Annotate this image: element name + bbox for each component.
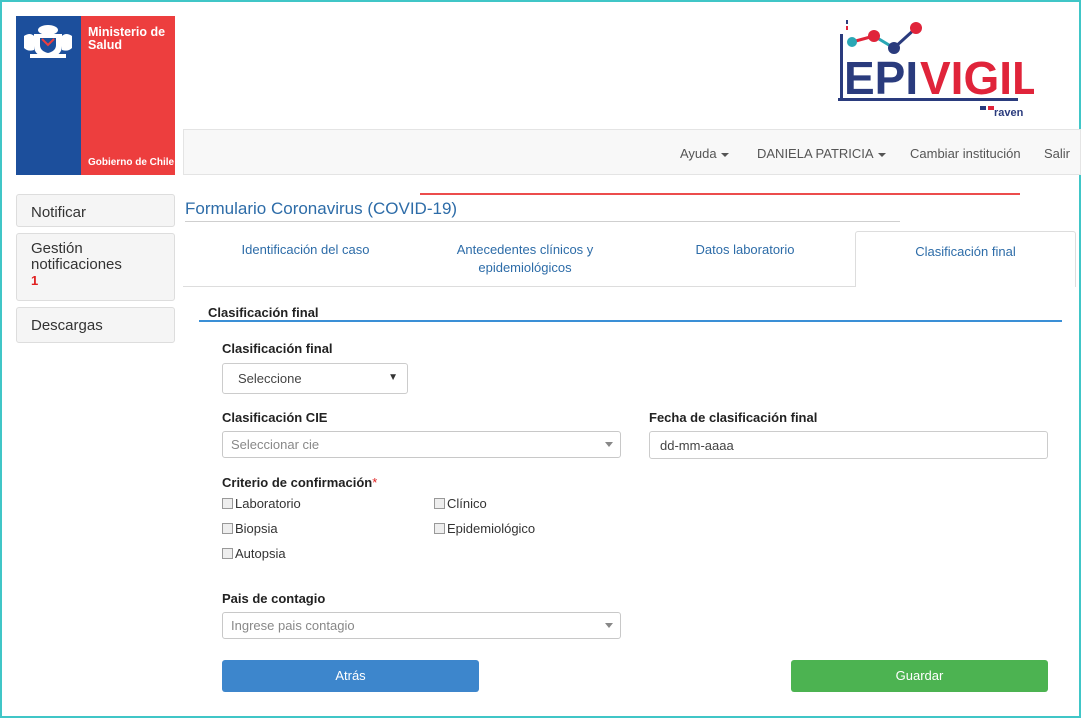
section-underline [199,320,1062,322]
final-classification-select[interactable]: Seleccione ▼ [222,363,408,394]
save-button[interactable]: Guardar [791,660,1048,692]
notification-count-badge: 1 [31,273,39,288]
criteria-label: Criterio de confirmación* [222,475,378,490]
logout-link[interactable]: Salir [1044,146,1070,161]
help-menu[interactable]: Ayuda [680,146,729,161]
tab-label: Clasificación final [915,244,1016,259]
top-navbar: Ayuda DANIELA PATRICIA Cambiar instituci… [183,129,1081,175]
date-value: dd-mm-aaaa [660,438,734,453]
select-placeholder: Ingrese pais contagio [231,618,355,633]
tab-label: Datos laboratorio [695,242,795,257]
required-mark: * [372,475,378,490]
tab-label: Identificación del caso [241,242,370,257]
tab-antecedentes[interactable]: Antecedentes clínicos y epidemiológicos [425,241,625,277]
checkbox-icon [434,523,445,534]
sidebar-item-label: Notificar [31,204,87,221]
sidebar-item-notificar[interactable]: Notificar [16,194,175,227]
dropdown-arrow-icon [605,623,613,628]
checkbox-label: Autopsia [235,546,286,561]
checkbox-label: Biopsia [235,521,278,536]
dropdown-arrow-icon: ▼ [388,372,398,383]
coat-of-arms-icon [24,25,72,58]
tabs-divider [183,286,855,287]
sidebar-item-gestion-notificaciones[interactable]: Gestión notificaciones 1 [16,233,175,301]
ministry-name-line2: Salud [88,38,123,52]
cie-select[interactable]: Seleccionar cie [222,431,621,458]
svg-text:raven: raven [994,107,1024,119]
sidebar-item-label: Gestión notificaciones [31,240,122,273]
accent-line [420,193,1020,195]
checkbox-icon [434,498,445,509]
title-divider [185,221,900,222]
caret-down-icon [877,152,886,157]
checkbox-label: Clínico [447,496,487,511]
tab-datos-laboratorio[interactable]: Datos laboratorio [660,241,830,259]
select-value: Seleccione [238,371,302,386]
checkbox-biopsia[interactable]: Biopsia [222,521,278,536]
dropdown-arrow-icon [605,442,613,447]
back-button[interactable]: Atrás [222,660,479,692]
section-title: Clasificación final [208,305,319,320]
tab-identificacion[interactable]: Identificación del caso [218,241,393,259]
svg-text:EPI: EPI [844,52,918,104]
checkbox-autopsia[interactable]: Autopsia [222,546,286,561]
tab-label-line2: epidemiológicos [478,260,572,275]
sidebar-item-label: Descargas [31,317,103,334]
user-name: DANIELA PATRICIA [757,146,874,161]
tab-label-line1: Antecedentes clínicos y [456,242,594,257]
checkbox-epidemiologico[interactable]: Epidemiológico [434,521,535,536]
country-select[interactable]: Ingrese pais contagio [222,612,621,639]
epivigila-logo: EPI VIGILA raven [832,14,1073,124]
checkbox-label: Laboratorio [235,496,301,511]
government-label: Gobierno de Chile [88,157,175,168]
checkbox-icon [222,498,233,509]
select-placeholder: Seleccionar cie [231,437,320,452]
country-label: Pais de contagio [222,591,326,606]
epivigila-mark-icon: EPI VIGILA raven [838,20,1073,119]
final-classification-label: Clasificación final [222,341,333,356]
final-date-input[interactable]: dd-mm-aaaa [649,431,1048,459]
help-label: Ayuda [680,146,717,161]
change-institution-link[interactable]: Cambiar institución [910,146,1021,161]
checkbox-label: Epidemiológico [447,521,536,536]
final-date-label: Fecha de clasificación final [649,410,818,425]
user-menu[interactable]: DANIELA PATRICIA [757,146,886,161]
page-title: Formulario Coronavirus (COVID-19) [185,199,458,218]
checkbox-icon [222,548,233,559]
ministry-logo: Ministerio de Salud Gobierno de Chile [16,16,175,175]
checkbox-laboratorio[interactable]: Laboratorio [222,496,301,511]
checkbox-icon [222,523,233,534]
sidebar-item-descargas[interactable]: Descargas [16,307,175,343]
tab-clasificacion-final[interactable]: Clasificación final [855,231,1076,287]
caret-down-icon [720,152,729,157]
checkbox-clinico[interactable]: Clínico [434,496,487,511]
svg-text:VIGILA: VIGILA [920,52,1034,104]
cie-label: Clasificación CIE [222,410,328,425]
